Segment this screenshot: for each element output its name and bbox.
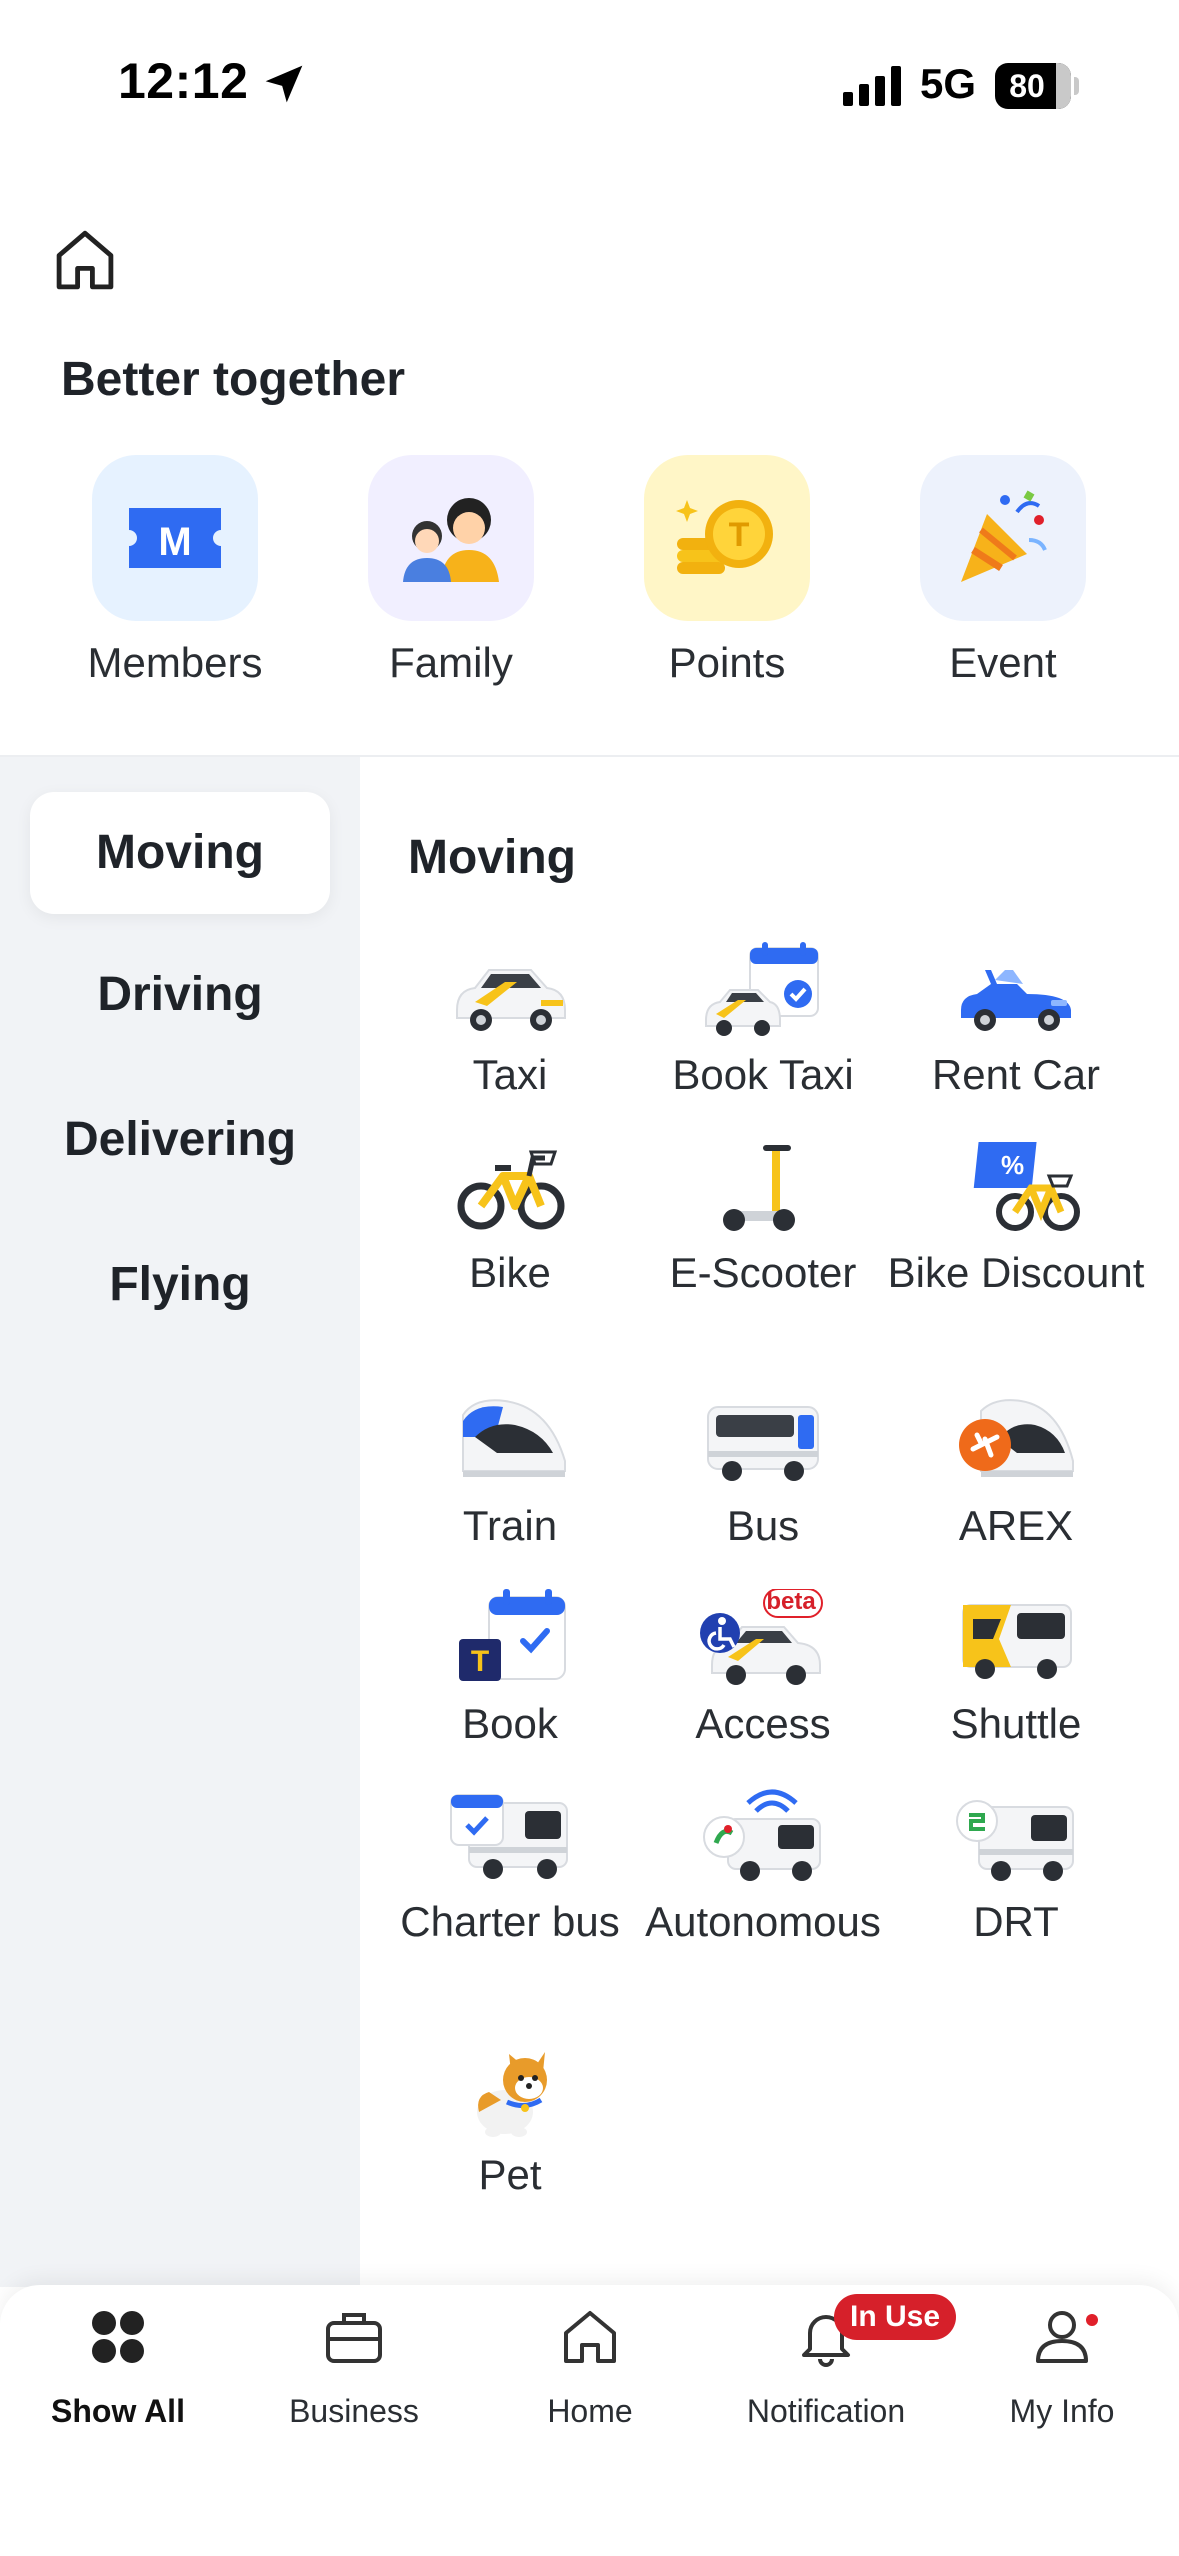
service-e-scooter[interactable]: E-Scooter	[633, 1138, 893, 1328]
service-label: Bus	[726, 1502, 800, 1549]
service-label: Shuttle	[950, 1700, 1082, 1747]
quick-item-points[interactable]: T Points	[627, 455, 827, 695]
notification-dot	[1086, 2314, 1098, 2326]
status-time: 12:12	[118, 53, 249, 109]
service-pet[interactable]: Pet	[380, 2040, 640, 2230]
tab-show-all[interactable]: Show All	[0, 2305, 236, 2445]
rail-item-moving[interactable]: Moving	[30, 792, 330, 914]
service-arex[interactable]: AREX	[886, 1391, 1146, 1581]
section-title: Better together	[61, 353, 406, 406]
home-icon	[564, 2311, 616, 2363]
service-label: Book	[462, 1700, 558, 1747]
quick-item-event[interactable]: Event	[903, 455, 1103, 695]
service-label: AREX	[958, 1502, 1074, 1549]
tab-my-info[interactable]: My Info	[944, 2305, 1179, 2445]
service-drt[interactable]: DRT	[886, 1787, 1146, 1977]
autonomous-icon	[703, 1789, 821, 1881]
tab-label: Notification	[746, 2393, 906, 2429]
main-title: Moving	[408, 831, 576, 884]
bus-icon	[707, 1406, 819, 1481]
service-label: Access	[695, 1700, 831, 1747]
battery-percent: 80	[1009, 68, 1045, 104]
cellular-signal-icon	[843, 66, 901, 106]
quick-item-family[interactable]: Family	[351, 455, 551, 695]
tab-label: Home	[547, 2393, 633, 2429]
service-taxi[interactable]: Taxi	[380, 940, 640, 1130]
location-arrow-icon	[265, 65, 303, 103]
quick-item-members[interactable]: M Members	[75, 455, 275, 695]
in-use-badge: In Use	[834, 2294, 957, 2340]
grid-icon	[92, 2311, 144, 2363]
rent-car-icon	[961, 970, 1071, 1031]
rail-item-delivering[interactable]: Delivering	[30, 1079, 330, 1201]
service-bike-discount[interactable]: % Bike Discount	[886, 1138, 1146, 1328]
tab-label: Show All	[51, 2393, 185, 2429]
service-train[interactable]: Train	[380, 1391, 640, 1581]
service-label: Pet	[478, 2151, 542, 2198]
home-icon[interactable]	[48, 224, 122, 298]
service-label: Bike Discount	[887, 1249, 1145, 1296]
service-label: Autonomous	[645, 1898, 881, 1945]
pet-icon	[477, 2052, 547, 2137]
quick-label: Family	[389, 639, 513, 686]
points-icon: T	[676, 500, 773, 574]
train-icon	[462, 1399, 566, 1477]
quick-tile	[920, 455, 1086, 621]
quick-tile: T	[644, 455, 810, 621]
quick-label: Members	[87, 639, 263, 686]
service-label: Rent Car	[931, 1051, 1101, 1098]
service-bus[interactable]: Bus	[633, 1391, 893, 1581]
network-type: 5G	[920, 60, 977, 107]
book-taxi-icon	[705, 942, 819, 1036]
service-label: Charter bus	[400, 1898, 620, 1945]
service-rent-car[interactable]: Rent Car	[886, 940, 1146, 1130]
tab-business[interactable]: Business	[236, 2305, 472, 2445]
taxi-icon	[456, 969, 566, 1031]
svg-text:T: T	[729, 516, 750, 554]
party-popper-icon	[961, 490, 1047, 582]
tab-label: Business	[289, 2393, 419, 2429]
quick-label: Event	[949, 639, 1057, 686]
drt-icon	[956, 1800, 1074, 1881]
home-indicator	[420, 2527, 760, 2539]
quick-tile	[368, 455, 534, 621]
shuttle-icon	[962, 1604, 1072, 1679]
book-icon: T	[459, 1589, 566, 1681]
svg-text:T: T	[471, 1645, 489, 1678]
status-bar: 12:12 5G 80	[0, 0, 1179, 175]
service-label: Train	[462, 1502, 558, 1549]
service-access[interactable]: beta Access	[633, 1588, 893, 1779]
service-charter-bus[interactable]: Charter bus	[380, 1787, 640, 1977]
bike-icon	[457, 1150, 565, 1230]
tab-home[interactable]: Home	[472, 2305, 708, 2445]
service-book-taxi[interactable]: Book Taxi	[633, 940, 893, 1130]
service-book[interactable]: T Book	[380, 1589, 640, 1779]
beta-tag: beta	[766, 1588, 816, 1615]
service-label: Book Taxi	[672, 1051, 854, 1098]
service-autonomous[interactable]: Autonomous	[633, 1787, 893, 1977]
charter-bus-icon	[450, 1794, 568, 1879]
quick-label: Points	[668, 639, 786, 686]
service-bike[interactable]: Bike	[380, 1138, 640, 1328]
e-scooter-icon	[723, 1145, 795, 1231]
service-label: Taxi	[472, 1051, 548, 1098]
service-label: E-Scooter	[669, 1249, 857, 1296]
battery-icon: 80	[995, 63, 1079, 109]
service-shuttle[interactable]: Shuttle	[886, 1589, 1146, 1779]
service-label: DRT	[973, 1898, 1059, 1945]
members-icon: M	[129, 508, 221, 568]
service-label: Bike	[469, 1249, 551, 1296]
svg-text:%: %	[1001, 1150, 1024, 1180]
rail-item-flying[interactable]: Flying	[30, 1224, 330, 1346]
person-icon	[1036, 2311, 1088, 2363]
bike-discount-icon: %	[973, 1142, 1080, 1231]
family-icon	[403, 498, 499, 582]
tab-label: My Info	[1009, 2393, 1115, 2429]
arex-icon	[959, 1399, 1074, 1477]
svg-text:M: M	[158, 520, 191, 564]
rail-item-driving[interactable]: Driving	[30, 934, 330, 1056]
briefcase-icon	[326, 2313, 382, 2363]
quick-tile: M	[92, 455, 258, 621]
